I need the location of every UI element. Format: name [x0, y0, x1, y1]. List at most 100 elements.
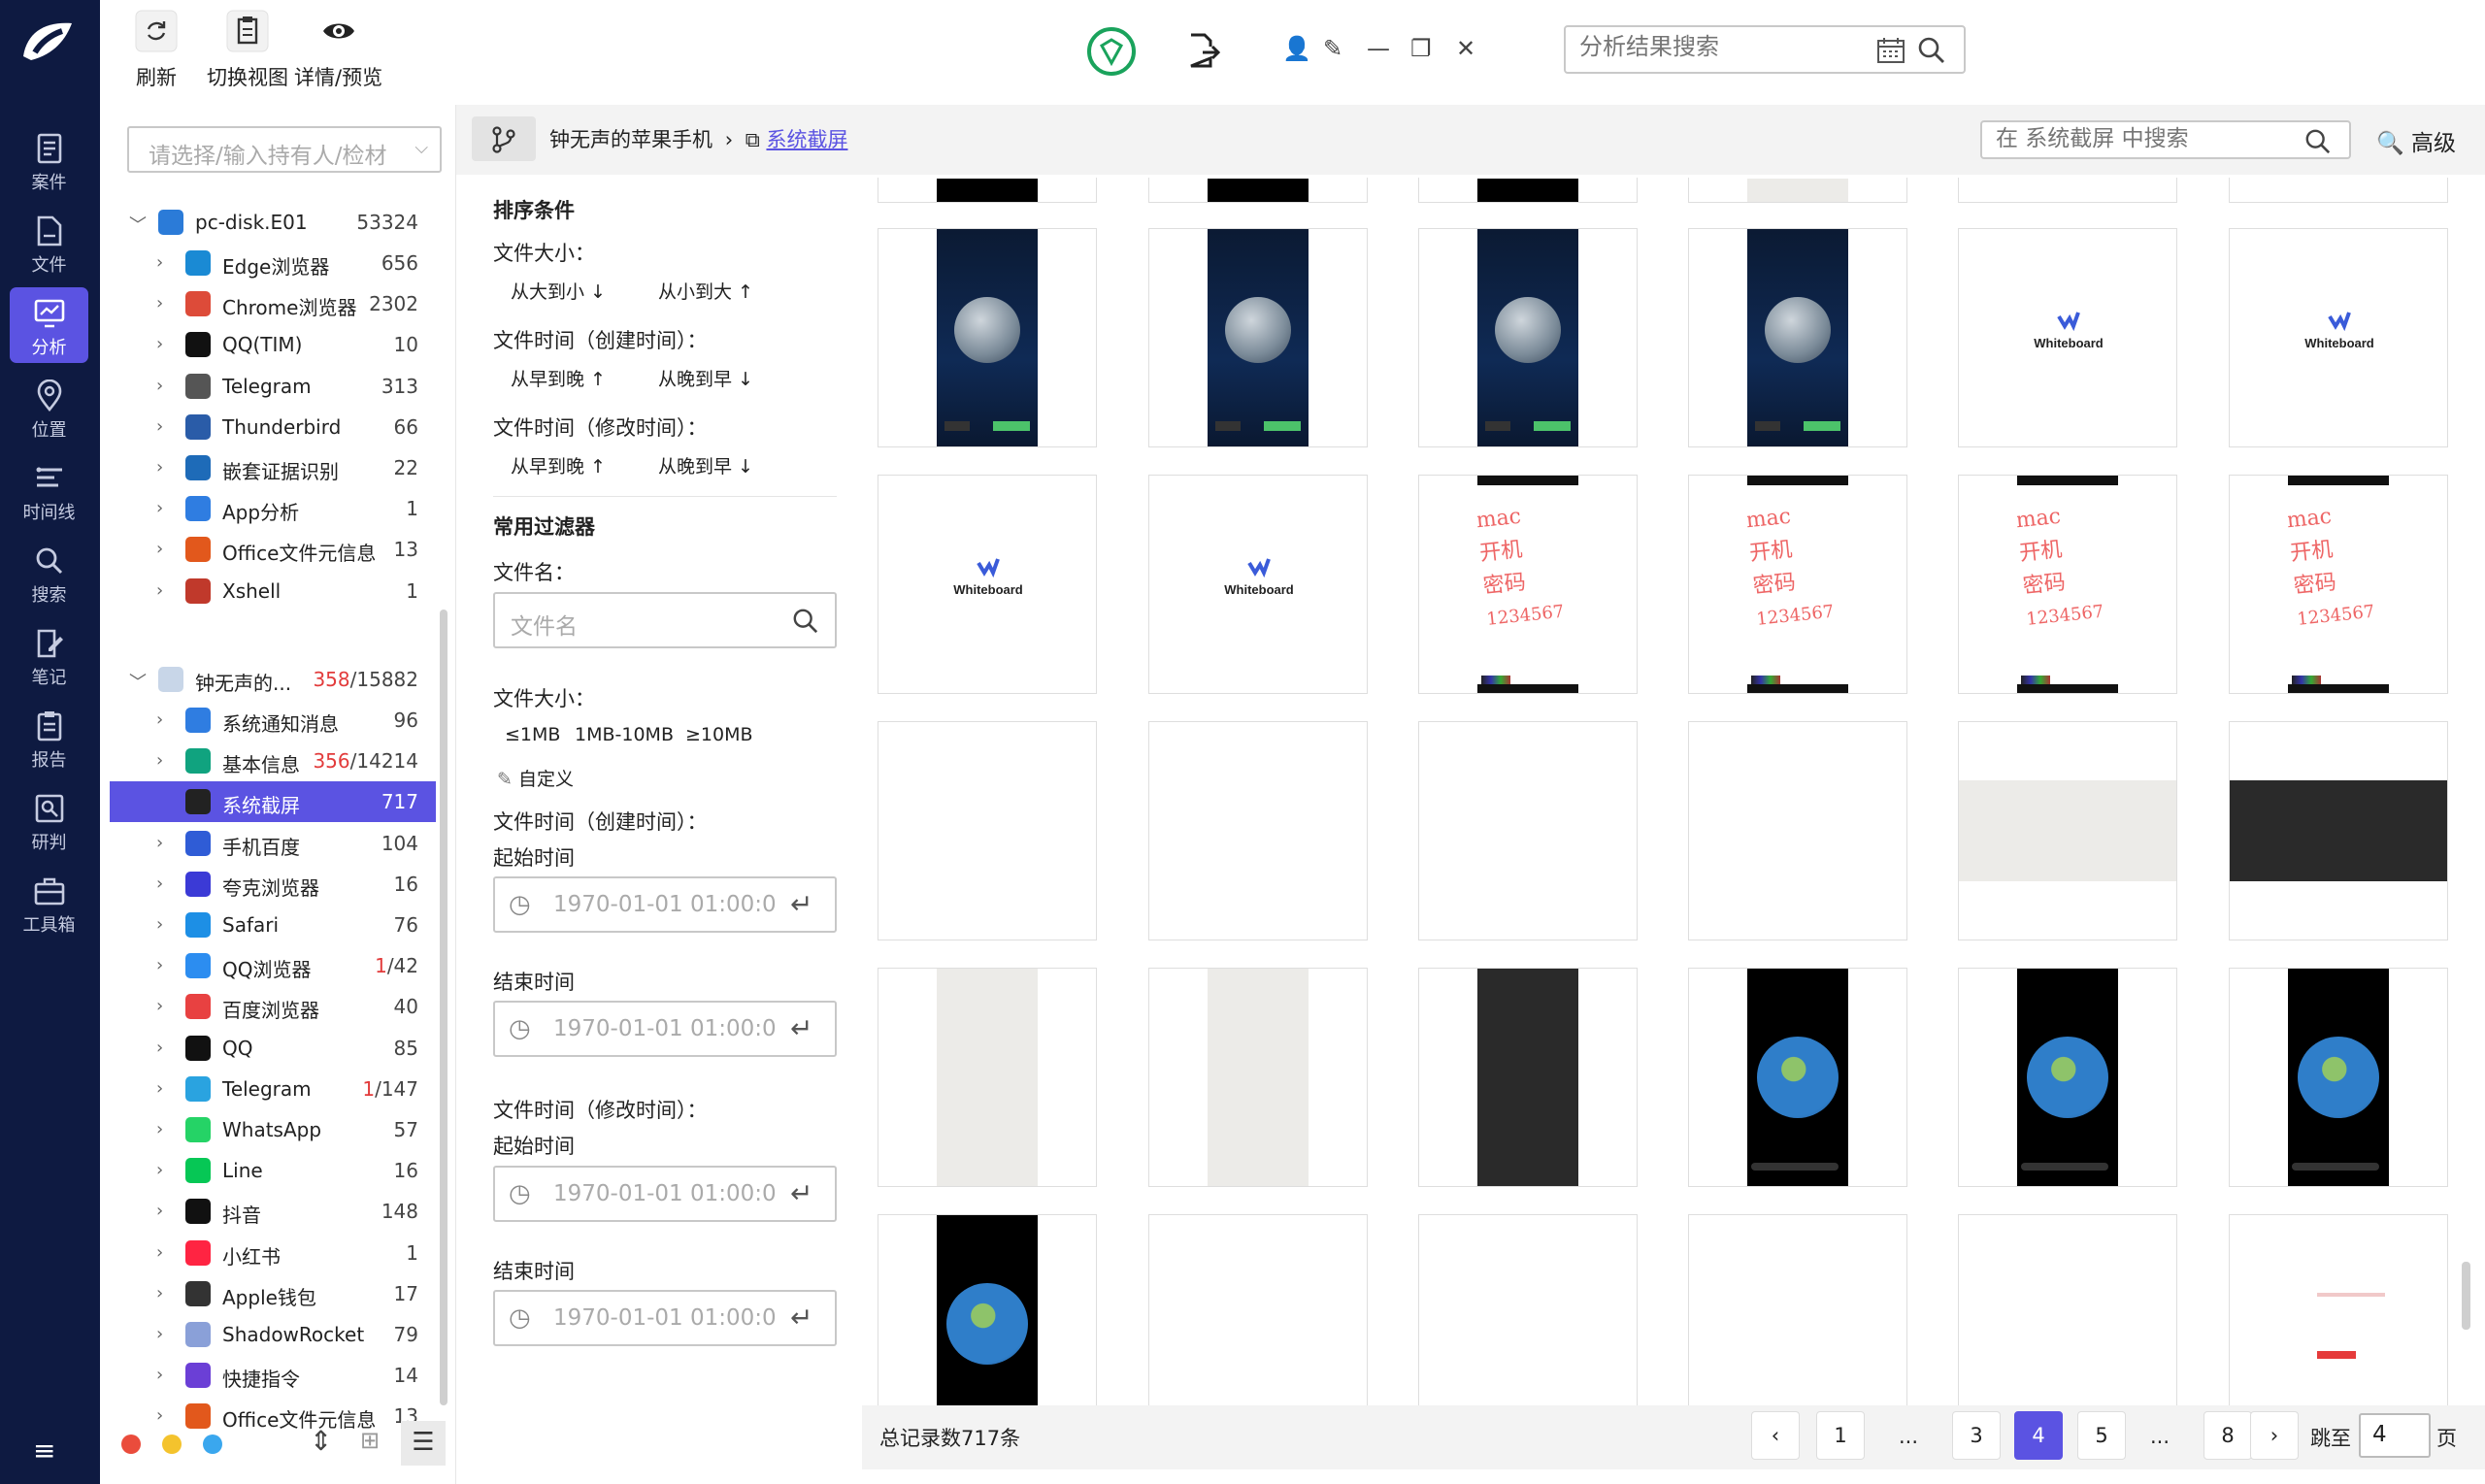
thumbnail-cell[interactable]	[2229, 721, 2448, 940]
shield-check-icon[interactable]	[1086, 26, 1137, 77]
red-dot[interactable]	[121, 1435, 141, 1454]
enter-icon[interactable]: ↵	[790, 1012, 812, 1044]
enter-icon[interactable]: ↵	[790, 1177, 812, 1209]
thumbnail-cell[interactable]	[2229, 968, 2448, 1187]
tree-item[interactable]: › ShadowRocket 79	[110, 1314, 436, 1355]
advanced-search-button[interactable]: 🔍 高级	[2376, 124, 2456, 157]
result-search-input[interactable]	[1579, 33, 1909, 60]
size-opt-large[interactable]: ≥10MB	[685, 724, 753, 745]
sort-size-asc[interactable]: 从小到大 ↑	[658, 278, 753, 304]
chevron-right-icon[interactable]: ›	[156, 955, 163, 975]
thumbnail-cell[interactable]	[1148, 721, 1368, 940]
thumbnail-cell[interactable]: mac 开机 密码 1234567	[1418, 475, 1638, 694]
chevron-right-icon[interactable]: ›	[156, 709, 163, 730]
tree-item[interactable]: › Chrome浏览器 2302	[110, 283, 436, 324]
tree-item[interactable]: › Telegram 1/147	[110, 1069, 436, 1109]
page-button[interactable]: 3	[1952, 1411, 2001, 1460]
chevron-right-icon[interactable]: ›	[156, 252, 163, 273]
chevron-right-icon[interactable]: ›	[156, 1324, 163, 1344]
sort-ctime-asc[interactable]: 从早到晚 ↑	[511, 365, 606, 391]
mtime-end-field[interactable]: ◷ 1970-01-01 01:00:0C ↵	[493, 1290, 837, 1346]
custom-size[interactable]: ✎ 自定义	[497, 765, 574, 791]
grid-scrollbar[interactable]	[2462, 1262, 2470, 1330]
enter-icon[interactable]: ↵	[790, 1302, 812, 1334]
chevron-right-icon[interactable]: ›	[156, 1283, 163, 1303]
thumbnail-cell[interactable]	[1148, 178, 1368, 203]
tree-item[interactable]: › 小红书 1	[110, 1233, 436, 1273]
thumbnail-cell[interactable]	[1688, 178, 1907, 203]
tree-disk[interactable]: ﹀ pc-disk.E01 53324	[110, 202, 436, 243]
thumbnail-cell[interactable]: Whiteboard	[1958, 228, 2177, 447]
chevron-right-icon[interactable]: ›	[156, 376, 163, 396]
page-button[interactable]: 5	[2077, 1411, 2126, 1460]
thumbnail-cell[interactable]	[1688, 228, 1907, 447]
enter-icon[interactable]: ↵	[790, 888, 812, 920]
nav-item-search[interactable]: 搜索	[10, 535, 88, 610]
page-button[interactable]: 8	[2203, 1411, 2252, 1460]
minimize-icon[interactable]: —	[1367, 35, 1390, 62]
owner-select[interactable]: 请选择/输入持有人/检材 ⌵	[127, 126, 442, 173]
chevron-right-icon[interactable]: ›	[156, 914, 163, 935]
thumbnail-cell[interactable]	[1418, 228, 1638, 447]
ctime-start-field[interactable]: ◷ 1970-01-01 01:00:0C ↵	[493, 876, 837, 933]
pin-icon[interactable]: ✎	[1323, 35, 1342, 62]
tree-item[interactable]: › 基本信息 356/14214	[110, 741, 436, 781]
chevron-right-icon[interactable]: ›	[156, 996, 163, 1016]
chevron-right-icon[interactable]: ›	[156, 1038, 163, 1058]
filename-field[interactable]: 文件名	[493, 592, 837, 648]
mtime-start-field[interactable]: ◷ 1970-01-01 01:00:0C ↵	[493, 1166, 837, 1222]
tree-item[interactable]: › Safari 76	[110, 905, 436, 945]
nav-item-case[interactable]: 案件	[10, 122, 88, 198]
grid-view-icon[interactable]: ⊞	[360, 1427, 380, 1454]
thumbnail-cell[interactable]	[878, 178, 1097, 203]
export-icon[interactable]	[1187, 33, 1220, 68]
chevron-right-icon[interactable]: ›	[156, 457, 163, 478]
thumbnail-cell[interactable]: Whiteboard	[2229, 228, 2448, 447]
thumbnail-cell[interactable]	[1688, 721, 1907, 940]
thumbnail-cell[interactable]	[2229, 178, 2448, 203]
sort-mtime-desc[interactable]: 从晚到早 ↓	[658, 452, 753, 478]
chevron-right-icon[interactable]: ›	[156, 539, 163, 559]
sort-ctime-desc[interactable]: 从晚到早 ↓	[658, 365, 753, 391]
menu-icon[interactable]: ≡	[33, 1435, 55, 1467]
tree-item[interactable]: › 系统通知消息 96	[110, 700, 436, 741]
tree-item[interactable]: › Line 16	[110, 1150, 436, 1191]
chevron-right-icon[interactable]: ›	[156, 874, 163, 894]
tree-scrollbar[interactable]	[440, 610, 447, 1405]
switch-view-button[interactable]: 切换视图	[207, 10, 288, 91]
branch-button[interactable]	[472, 116, 536, 161]
thumbnail-cell[interactable]	[1958, 178, 2177, 203]
nav-item-note[interactable]: 笔记	[10, 617, 88, 693]
thumbnail-cell[interactable]	[1148, 228, 1368, 447]
thumbnail-cell[interactable]	[878, 968, 1097, 1187]
tree-item[interactable]: › Thunderbird 66	[110, 407, 436, 447]
tree-item[interactable]: › WhatsApp 57	[110, 1109, 436, 1150]
tree-item[interactable]: › 手机百度 104	[110, 823, 436, 864]
close-icon[interactable]: ✕	[1456, 35, 1475, 62]
nav-item-judge[interactable]: 研判	[10, 782, 88, 858]
detail-preview-button[interactable]: 详情/预览	[294, 10, 382, 91]
tree-item[interactable]: › Edge浏览器 656	[110, 243, 436, 283]
tree-item[interactable]: › 嵌套证据识别 22	[110, 447, 436, 488]
thumbnail-cell[interactable]	[1958, 721, 2177, 940]
prev-page-button[interactable]: ‹	[1751, 1411, 1800, 1460]
search-icon[interactable]	[2304, 128, 2332, 155]
category-search-input[interactable]	[1996, 126, 2287, 151]
tree-item[interactable]: › Xshell 1	[110, 571, 436, 611]
chevron-right-icon[interactable]: ›	[156, 498, 163, 518]
nav-item-location[interactable]: 位置	[10, 370, 88, 445]
tree-item[interactable]: › 抖音 148	[110, 1191, 436, 1232]
thumbnail-cell[interactable]: Whiteboard	[878, 475, 1097, 694]
blue-dot[interactable]	[203, 1435, 222, 1454]
nav-item-file[interactable]: 文件	[10, 205, 88, 280]
tree-item[interactable]: › App分析 1	[110, 488, 436, 529]
nav-item-analysis[interactable]: 分析	[10, 287, 88, 363]
collapse-icon[interactable]: ⇕	[310, 1425, 332, 1457]
search-icon[interactable]	[792, 608, 819, 635]
sort-mtime-asc[interactable]: 从早到晚 ↑	[511, 452, 606, 478]
thumbnail-cell[interactable]	[1958, 968, 2177, 1187]
size-opt-small[interactable]: ≤1MB	[505, 724, 560, 745]
chevron-right-icon[interactable]: ›	[156, 1365, 163, 1385]
tree-item[interactable]: › QQ 85	[110, 1028, 436, 1069]
tree-item[interactable]: › Office文件元信息 13	[110, 529, 436, 570]
